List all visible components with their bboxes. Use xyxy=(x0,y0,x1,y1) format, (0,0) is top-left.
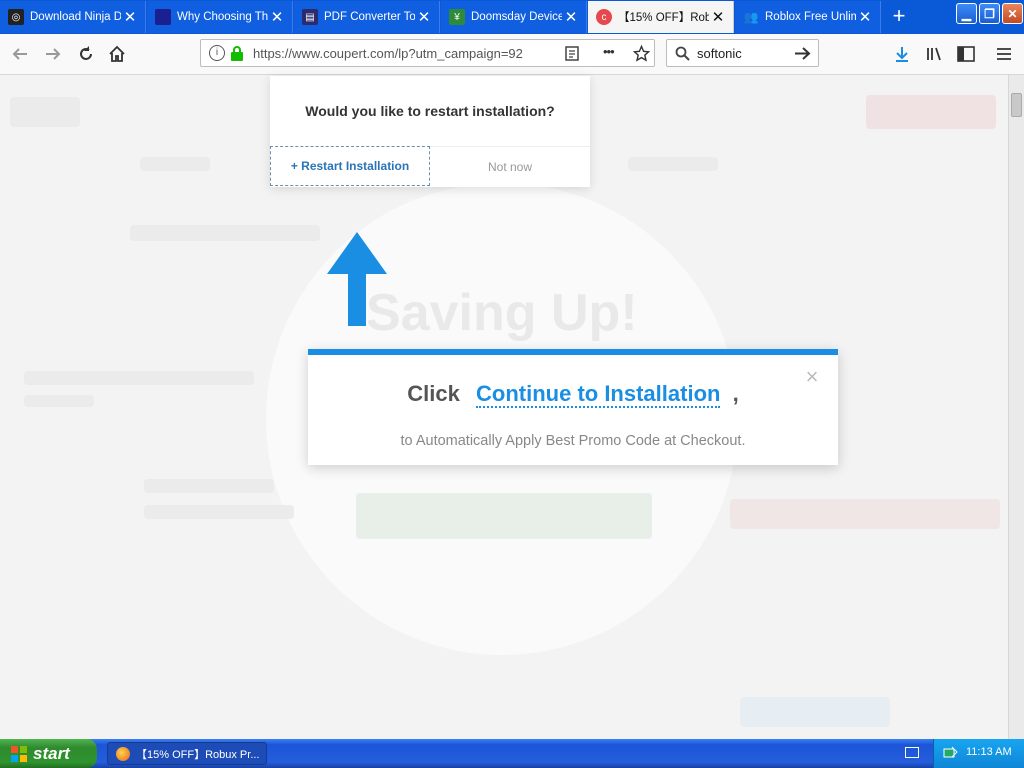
vertical-scrollbar[interactable] xyxy=(1008,75,1024,739)
reader-view-icon xyxy=(565,46,579,61)
info-icon[interactable]: i xyxy=(209,45,225,61)
library-button[interactable] xyxy=(920,40,948,68)
tab-title: 【15% OFF】Robux xyxy=(618,12,709,24)
tab-title: Why Choosing The xyxy=(177,11,268,23)
page-actions-button[interactable]: ••• xyxy=(603,44,615,59)
tab-close-icon[interactable]: ✕ xyxy=(856,8,874,26)
downloads-button[interactable] xyxy=(888,40,916,68)
restart-question: Would you like to restart installation? xyxy=(305,103,555,119)
start-label: start xyxy=(33,743,70,763)
ghost-nav-item xyxy=(140,157,210,171)
search-go-arrow-icon xyxy=(795,47,811,60)
search-icon xyxy=(675,46,690,61)
tab-title: Download Ninja De xyxy=(30,11,121,23)
tab-pdf-converter[interactable]: ▤ PDF Converter Too ✕ xyxy=(294,1,440,33)
restore-window-button[interactable]: ❐ xyxy=(979,3,1000,24)
click-suffix: , xyxy=(732,381,739,406)
pdf-favicon-icon: ▤ xyxy=(302,9,318,25)
ghost-logo xyxy=(10,97,80,127)
back-arrow-icon xyxy=(12,48,27,60)
dialog-subtitle: to Automatically Apply Best Promo Code a… xyxy=(400,433,746,449)
taskbar-firefox-item[interactable]: 【15% OFF】Robux Pr... xyxy=(107,742,267,765)
coupert-favicon-icon: c xyxy=(596,9,612,25)
bookmark-star-icon xyxy=(633,45,650,62)
dialog-instruction: Click Continue to Installation , xyxy=(308,381,838,408)
reload-icon xyxy=(80,46,92,60)
tab-close-icon[interactable]: ✕ xyxy=(709,8,727,26)
tab-title: Roblox Free Unlim xyxy=(765,11,856,23)
lock-icon xyxy=(231,46,243,61)
tab-close-icon[interactable]: ✕ xyxy=(562,8,580,26)
search-bar[interactable]: softonic xyxy=(666,39,819,67)
ghost-button xyxy=(740,697,890,727)
navigation-toolbar: i https://www.coupert.com/lp?utm_campaig… xyxy=(0,34,1024,75)
square-favicon-icon xyxy=(155,9,171,25)
scrollbar-thumb[interactable] xyxy=(1011,93,1022,117)
ninja-favicon-icon: ◎ xyxy=(8,9,24,25)
tab-download-ninja[interactable]: ◎ Download Ninja De ✕ xyxy=(0,1,146,33)
doomsday-favicon-icon: ¥ xyxy=(449,9,465,25)
windows-taskbar: start 【15% OFF】Robux Pr... 11:13 AM xyxy=(0,739,1024,768)
tab-title: Doomsday Device xyxy=(471,11,562,23)
restart-installation-button[interactable]: + Restart Installation xyxy=(270,146,430,186)
tab-why-choosing[interactable]: Why Choosing The ✕ xyxy=(147,1,293,33)
library-icon xyxy=(927,47,941,61)
url-bar[interactable]: i https://www.coupert.com/lp?utm_campaig… xyxy=(200,39,655,67)
windows-logo-icon xyxy=(11,745,27,762)
download-icon xyxy=(896,47,908,62)
ghost-text-line xyxy=(130,225,320,241)
reload-button[interactable] xyxy=(72,40,100,68)
continue-to-installation-link[interactable]: Continue to Installation xyxy=(476,381,721,408)
search-input[interactable]: softonic xyxy=(697,46,742,61)
tab-close-icon[interactable]: ✕ xyxy=(268,8,286,26)
tab-title: PDF Converter Too xyxy=(324,11,415,23)
firefox-icon xyxy=(116,746,130,761)
ghost-text-line xyxy=(24,371,254,385)
click-prefix: Click xyxy=(407,381,460,406)
tab-strip: ◎ Download Ninja De ✕ Why Choosing The ✕… xyxy=(0,0,1024,34)
people-favicon-icon: 👥 xyxy=(743,10,759,24)
home-icon xyxy=(109,45,125,62)
up-arrow-icon xyxy=(327,232,387,326)
tab-robux-active[interactable]: c 【15% OFF】Robux ✕ xyxy=(588,1,734,33)
ghost-button xyxy=(730,499,1000,529)
tab-roblox-free[interactable]: 👥 Roblox Free Unlim ✕ xyxy=(735,1,881,33)
sidebar-icon xyxy=(957,46,975,62)
ghost-button xyxy=(356,493,652,539)
clock: 11:13 AM xyxy=(966,746,1012,758)
ghost-text-line xyxy=(144,479,274,493)
menu-button[interactable] xyxy=(990,40,1018,68)
not-now-button[interactable]: Not now xyxy=(430,146,590,186)
tab-close-icon[interactable]: ✕ xyxy=(121,8,139,26)
new-tab-button[interactable]: + xyxy=(886,4,912,30)
taskbar-item-title: 【15% OFF】Robux Pr... xyxy=(136,748,260,761)
dialog-close-icon[interactable]: × xyxy=(802,366,822,388)
back-button[interactable] xyxy=(6,40,34,68)
keyboard-icon[interactable] xyxy=(905,747,919,758)
close-window-button[interactable]: ✕ xyxy=(1002,3,1023,24)
continue-installation-dialog: Click Continue to Installation , to Auto… xyxy=(308,349,838,465)
forward-button[interactable] xyxy=(39,40,67,68)
network-icon[interactable] xyxy=(943,745,959,761)
restart-installation-popup: Would you like to restart installation? … xyxy=(270,76,590,187)
ghost-cta xyxy=(866,95,996,129)
tab-close-icon[interactable]: ✕ xyxy=(415,8,433,26)
ghost-text-line xyxy=(144,505,294,519)
hamburger-menu-icon xyxy=(997,48,1011,60)
start-button[interactable]: start xyxy=(0,739,97,768)
minimize-window-button[interactable]: ▁ xyxy=(956,3,977,24)
ghost-nav-item xyxy=(628,157,718,171)
sidebar-toggle-button[interactable] xyxy=(952,40,980,68)
tab-doomsday-device[interactable]: ¥ Doomsday Device ✕ xyxy=(441,1,587,33)
ghost-text-line xyxy=(24,395,94,407)
background-heading: Saving Up! xyxy=(366,284,638,342)
system-tray: 11:13 AM xyxy=(933,739,1024,768)
home-button[interactable] xyxy=(103,40,131,68)
forward-arrow-icon xyxy=(46,48,61,60)
url-text: https://www.coupert.com/lp?utm_campaign=… xyxy=(253,46,523,61)
